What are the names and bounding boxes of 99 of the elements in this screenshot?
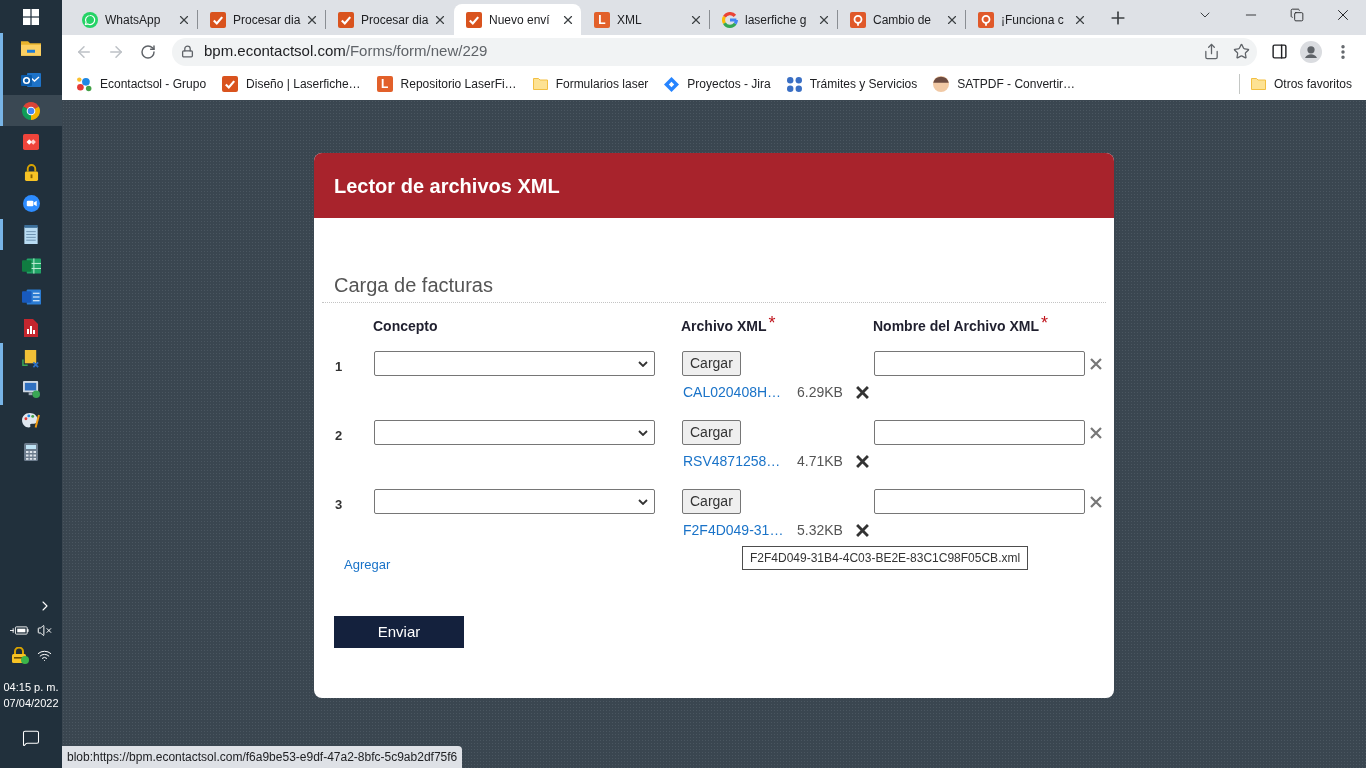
cross-icon[interactable] <box>856 385 869 399</box>
file-name-input[interactable] <box>874 351 1085 376</box>
browser-tab[interactable]: L XML <box>582 4 709 35</box>
folder-icon <box>1250 78 1266 90</box>
taskbar-button[interactable] <box>0 95 62 126</box>
required-mark: * <box>768 315 776 331</box>
chevron-down-icon <box>638 360 648 367</box>
section-title: Carga de facturas <box>334 274 493 296</box>
checkmark-tile-icon <box>222 76 239 92</box>
padlock-icon[interactable] <box>181 45 194 58</box>
speech-bubble-icon[interactable] <box>22 729 40 747</box>
file-size: 5.32KB <box>797 522 843 538</box>
bookmark[interactable]: Proyectos - Jira <box>656 70 779 98</box>
mail-icon <box>21 72 41 87</box>
file-name-input[interactable] <box>874 489 1085 514</box>
battery-plug-icon[interactable] <box>10 626 29 635</box>
row-number: 2 <box>335 428 343 443</box>
browser-tab[interactable]: Cambio de <box>838 4 965 35</box>
browser-tab[interactable]: WhatsApp <box>70 4 197 35</box>
column-header: Concepto <box>373 318 438 334</box>
submit-button[interactable]: Enviar <box>334 616 464 648</box>
share-icon[interactable] <box>1203 43 1220 60</box>
diamond-icon <box>664 76 680 92</box>
bookmark[interactable]: Formularios laser <box>524 70 657 98</box>
monitor-icon <box>22 381 40 398</box>
colorful-splash-icon <box>76 76 92 92</box>
browser-tab[interactable]: laserfiche g <box>710 4 837 35</box>
status-bar-url: blob:https://bpm.econtactsol.com/f6a9be53-e9df-47a2-8bfc-5c9ab2df75f6 <box>62 746 463 768</box>
bookmark[interactable]: Trámites y Servicios <box>778 70 926 98</box>
letter-logo: L <box>376 76 393 92</box>
concept-dropdown[interactable] <box>374 351 655 376</box>
column-header: Nombre del Archivo XML <box>873 318 1039 334</box>
form-title: Lector de archivos XML <box>334 173 560 199</box>
file-link[interactable]: CAL020408H… <box>683 384 782 400</box>
windows-logo-icon[interactable] <box>23 8 39 25</box>
chat-bubble-icon <box>82 11 98 28</box>
file-name-input[interactable] <box>874 420 1085 445</box>
cross-icon[interactable] <box>856 454 869 468</box>
address-bar[interactable]: bpm.econtactsol.com/Forms/form/new/229 <box>172 37 1257 66</box>
upload-button[interactable]: Cargar <box>682 489 741 514</box>
browser-tab[interactable]: Procesar dia <box>326 4 453 35</box>
multicolor-ring-icon <box>722 11 738 28</box>
checkmark-tile-icon <box>338 11 354 28</box>
browser-tab[interactable]: Procesar dia <box>198 4 325 35</box>
required-mark: * <box>1040 315 1048 331</box>
reload-icon[interactable] <box>140 43 156 60</box>
folder-icon <box>21 41 41 56</box>
padlock-badge-icon[interactable] <box>10 647 29 664</box>
chart-document-icon <box>24 318 38 337</box>
row-number: 3 <box>335 497 343 512</box>
tooltip: F2F4D049-31B4-4C03-BE2E-83C1C98F05CB.xml <box>742 546 1029 570</box>
profile-icon[interactable] <box>1300 40 1322 63</box>
file-size: 6.29KB <box>797 384 843 400</box>
diamond-tile-icon <box>23 133 39 150</box>
star-icon[interactable] <box>1233 43 1250 60</box>
notepad-icon <box>24 225 38 244</box>
checkmark-tile-icon <box>466 11 482 28</box>
chevron-down-icon <box>638 429 648 436</box>
muted-speaker-icon[interactable] <box>37 623 52 638</box>
chevron-down-icon <box>638 498 648 505</box>
upload-button[interactable]: Cargar <box>682 351 741 376</box>
round-logo-icon <box>22 101 40 120</box>
palette-icon <box>22 413 40 428</box>
ring-tile-icon <box>978 11 994 28</box>
concept-dropdown[interactable] <box>374 420 655 445</box>
row-number: 1 <box>335 359 343 374</box>
bookmark[interactable]: L Repositorio LaserFi… <box>368 70 525 98</box>
spreadsheet-icon <box>21 257 41 274</box>
file-size: 4.71KB <box>797 453 843 469</box>
document-lines-icon <box>21 288 41 305</box>
clock-date: 07/04/2022 <box>3 696 59 711</box>
bookmark[interactable]: SATPDF - Convertir… <box>925 70 1084 98</box>
browser-tab[interactable]: Nuevo enví <box>454 4 581 35</box>
restore-icon[interactable] <box>1290 8 1304 22</box>
letter-logo: L <box>594 11 610 28</box>
file-link[interactable]: RSV4871258… <box>683 453 781 469</box>
padlock-icon <box>23 163 39 182</box>
calculator-icon <box>24 442 38 461</box>
bookmark-folder[interactable]: Otros favoritos <box>1239 70 1360 98</box>
avatar-icon <box>933 76 950 92</box>
wifi-icon[interactable] <box>36 648 52 663</box>
bookmark[interactable]: Diseño | Laserfiche… <box>214 70 369 98</box>
folder-icon <box>532 78 548 90</box>
bookmark[interactable]: Econtactsol - Grupo <box>68 70 215 98</box>
concept-dropdown[interactable] <box>374 489 655 514</box>
file-link[interactable]: F2F4D049-31… <box>683 522 784 538</box>
clock-time: 04:15 p. m. <box>3 680 59 695</box>
url-text: bpm.econtactsol.com/Forms/form/new/229 <box>204 41 488 62</box>
side-panel-icon[interactable] <box>1270 43 1288 60</box>
checkmark-tile-icon <box>210 11 226 28</box>
upload-button[interactable]: Cargar <box>682 420 741 445</box>
cross-icon[interactable] <box>856 523 869 537</box>
four-dots-icon <box>786 76 802 92</box>
browser-tab[interactable]: ¡Funciona c <box>966 4 1093 35</box>
video-camera-icon <box>22 195 40 212</box>
add-link[interactable]: Agregar <box>344 557 391 573</box>
ring-tile-icon <box>850 11 866 28</box>
file-transfer-icon <box>22 349 40 368</box>
column-header: Archivo XML <box>681 318 767 334</box>
